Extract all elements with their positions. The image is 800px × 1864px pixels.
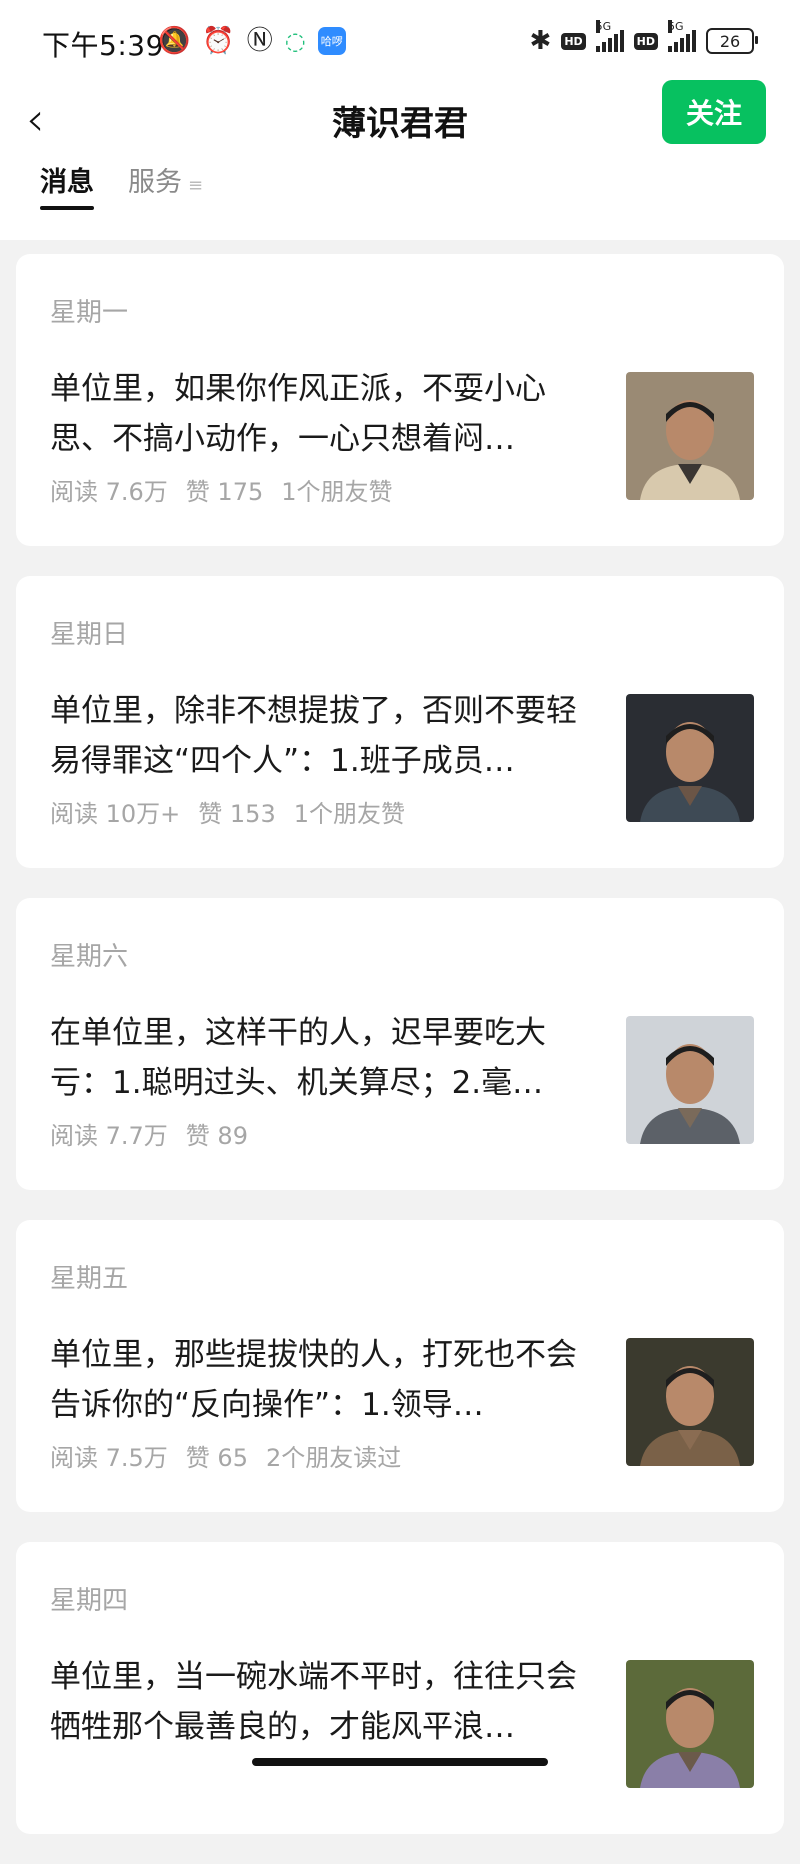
- hd-badge: HD: [561, 32, 586, 50]
- read-count: 阅读 7.5万: [50, 1444, 168, 1472]
- article-day: 星期一: [50, 298, 129, 328]
- nfc-icon: Ⓝ: [246, 26, 273, 56]
- tab-label: 服务: [128, 167, 182, 198]
- article-meta: 阅读 7.6万 赞 175 1个朋友赞: [50, 472, 393, 507]
- portrait-image: [626, 1338, 754, 1466]
- article-day: 星期五: [50, 1264, 129, 1294]
- header-area: 下午5:39 🔕 ⏰ Ⓝ ◌ 哈啰 ✱ HD 5G HD 5G 26 ‹ 薄识君…: [0, 0, 800, 240]
- hd-badge-2: HD: [633, 32, 658, 50]
- article-card[interactable]: 星期五 单位里，那些提拔快的人，打死也不会告诉你的“反向操作”：1.领导… 阅读…: [16, 1220, 784, 1512]
- article-headline[interactable]: 单位里，那些提拔快的人，打死也不会告诉你的“反向操作”：1.领导…: [50, 1330, 590, 1430]
- bluetooth-icon: ✱: [529, 26, 552, 56]
- article-headline[interactable]: 单位里，除非不想提拔了，否则不要轻易得罪这“四个人”：1.班子成员…: [50, 686, 590, 786]
- tab-messages[interactable]: 消息: [40, 160, 94, 210]
- friend-activity: 1个朋友赞: [293, 800, 405, 828]
- battery-indicator: 26: [706, 28, 758, 54]
- like-count: 赞 175: [185, 478, 264, 506]
- like-count: 赞 65: [185, 1444, 248, 1472]
- status-bar: 下午5:39 🔕 ⏰ Ⓝ ◌ 哈啰 ✱ HD 5G HD 5G 26: [0, 0, 800, 84]
- network-type: 5G: [595, 20, 612, 33]
- status-left-icons: 🔕 ⏰ Ⓝ ◌ 哈啰: [158, 26, 346, 56]
- article-meta: 阅读 7.5万 赞 65 2个朋友读过: [50, 1438, 401, 1473]
- sync-icon: ◌: [284, 27, 306, 55]
- article-day: 星期六: [50, 942, 129, 972]
- article-headline[interactable]: 单位里，如果你作风正派，不耍小心思、不搞小动作，一心只想着闷…: [50, 364, 590, 464]
- portrait-image: [626, 372, 754, 500]
- article-card[interactable]: 星期一 单位里，如果你作风正派，不耍小心思、不搞小动作，一心只想着闷… 阅读 7…: [16, 254, 784, 546]
- hello-app-icon: 哈啰: [317, 27, 346, 55]
- article-meta: 阅读 7.7万 赞 89: [50, 1116, 266, 1151]
- friend-activity: 2个朋友读过: [265, 1444, 402, 1472]
- portrait-image: [626, 1016, 754, 1144]
- home-indicator[interactable]: [252, 1758, 548, 1766]
- article-card[interactable]: 星期日 单位里，除非不想提拔了，否则不要轻易得罪这“四个人”：1.班子成员… 阅…: [16, 576, 784, 868]
- read-count: 阅读 7.7万: [50, 1122, 168, 1150]
- tab-label: 消息: [40, 167, 94, 198]
- article-thumbnail[interactable]: [626, 1338, 754, 1466]
- article-headline[interactable]: 单位里，当一碗水端不平时，往往只会牺牲那个最善良的，才能风平浪…: [50, 1652, 590, 1752]
- nav-bar: ‹ 薄识君君 关注: [0, 80, 800, 168]
- article-headline[interactable]: 在单位里，这样干的人，迟早要吃大亏：1.聪明过头、机关算尽；2.毫…: [50, 1008, 590, 1108]
- article-thumbnail[interactable]: [626, 694, 754, 822]
- portrait-image: [626, 1660, 754, 1788]
- menu-icon: ≡: [188, 175, 204, 196]
- tab-services[interactable]: 服务 ≡: [128, 160, 203, 210]
- article-thumbnail[interactable]: [626, 372, 754, 500]
- portrait-image: [626, 694, 754, 822]
- article-day: 星期四: [50, 1586, 129, 1616]
- network-type-2: 5G: [668, 20, 684, 33]
- read-count: 阅读 7.6万: [50, 478, 168, 506]
- friend-activity: 1个朋友赞: [281, 478, 393, 506]
- signal-icon: 5G: [595, 20, 624, 52]
- like-count: 赞 153: [198, 800, 276, 828]
- status-time: 下午5:39: [42, 29, 164, 62]
- read-count: 阅读 10万+: [50, 800, 181, 828]
- signal-icon-2: 5G: [668, 20, 696, 52]
- tab-bar: 消息 服务 ≡: [40, 160, 203, 210]
- status-right-icons: ✱ HD 5G HD 5G 26: [529, 20, 758, 56]
- article-card[interactable]: 星期六 在单位里，这样干的人，迟早要吃大亏：1.聪明过头、机关算尽；2.毫… 阅…: [16, 898, 784, 1190]
- article-thumbnail[interactable]: [626, 1016, 754, 1144]
- mute-bell-icon: 🔕: [158, 26, 191, 56]
- alarm-icon: ⏰: [202, 26, 235, 56]
- article-day: 星期日: [50, 620, 129, 650]
- article-meta: 阅读 10万+ 赞 153 1个朋友赞: [50, 794, 405, 829]
- like-count: 赞 89: [185, 1122, 248, 1150]
- article-card[interactable]: 星期四 单位里，当一碗水端不平时，往往只会牺牲那个最善良的，才能风平浪…: [16, 1542, 784, 1834]
- article-thumbnail[interactable]: [626, 1660, 754, 1788]
- follow-button[interactable]: 关注: [662, 80, 766, 144]
- article-list: 星期一 单位里，如果你作风正派，不耍小心思、不搞小动作，一心只想着闷… 阅读 7…: [16, 254, 784, 1864]
